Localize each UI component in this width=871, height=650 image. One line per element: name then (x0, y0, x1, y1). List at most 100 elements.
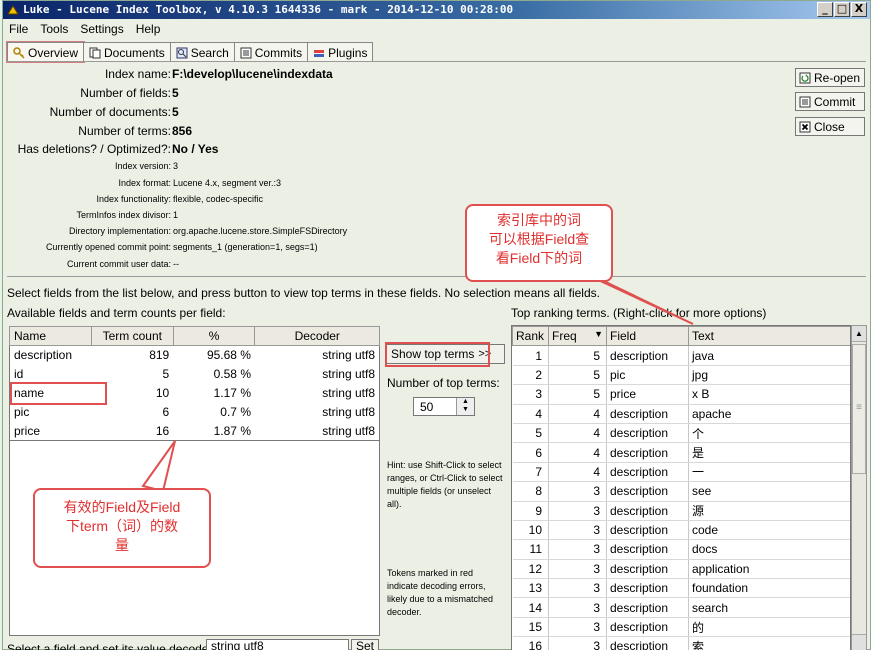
scroll-up-icon[interactable]: ▲ (852, 326, 866, 342)
tab-plugins[interactable]: Plugins (307, 42, 374, 62)
table-row[interactable]: 6 4 description 是 (512, 442, 850, 463)
top-terms-table: Rank Freq ▼ Field Text 1 5 description java 2… (512, 326, 850, 650)
index-version-label: Index version: (114, 161, 171, 171)
col-term-count[interactable]: Term count (90, 326, 174, 346)
table-row[interactable]: price 16 1.87 % string utf8 (10, 422, 380, 441)
menu-help[interactable]: Help (136, 22, 161, 36)
field-decoder: string utf8 (322, 423, 375, 438)
menu-tools[interactable]: Tools (40, 22, 68, 36)
table-row[interactable]: pic 6 0.7 % string utf8 (10, 403, 380, 422)
table-row[interactable]: 16 3 description 索 (512, 636, 850, 650)
term-freq: 3 (548, 597, 607, 618)
field-pct: 0.58 % (213, 367, 251, 381)
col-field[interactable]: Field (606, 326, 689, 347)
scroll-down-icon[interactable] (852, 634, 866, 650)
documents-icon (89, 47, 101, 58)
maximize-button[interactable]: □ (834, 2, 850, 17)
reopen-button[interactable]: Re-open (795, 68, 865, 87)
table-row[interactable]: 2 5 pic jpg (512, 365, 850, 386)
close-button[interactable]: Close (795, 117, 865, 136)
index-format-row: Index format: (3, 178, 171, 190)
field-count: 819 (149, 348, 170, 363)
table-row[interactable]: 12 3 description application (512, 559, 850, 580)
decoder-select[interactable]: string utf8 (206, 639, 349, 650)
tab-label: Commits (254, 45, 303, 60)
close-window-button[interactable]: X (851, 2, 867, 17)
term-rank: 9 (512, 501, 549, 521)
table-row[interactable]: 5 4 description 个 (512, 423, 850, 444)
term-rank: 14 (512, 597, 549, 618)
table-row[interactable]: 7 4 description 一 (512, 462, 850, 483)
num-fields-label: Number of fields: (80, 86, 171, 100)
table-row[interactable]: 1 5 description java (512, 345, 850, 366)
table-row[interactable]: 14 3 description search (512, 597, 850, 618)
term-text: jpg (688, 365, 850, 386)
col-rank[interactable]: Rank (512, 326, 549, 347)
deletions-value-row: No / Yes (172, 142, 218, 156)
index-functionality-row: Index functionality: (3, 194, 171, 206)
tab-search[interactable]: Search (169, 42, 235, 62)
term-text: see (688, 481, 850, 502)
term-field: description (606, 481, 689, 502)
decoder-select-value: string utf8 (211, 639, 264, 650)
col-percent[interactable]: % (172, 326, 256, 346)
menu-file[interactable]: File (9, 22, 28, 36)
term-rank: 13 (512, 578, 549, 599)
commit-button[interactable]: Commit (795, 92, 865, 111)
menu-settings[interactable]: Settings (80, 22, 123, 36)
table-row[interactable]: description 819 95.68 % string utf8 (10, 346, 380, 365)
field-name: id (14, 367, 24, 381)
close-icon (799, 121, 811, 132)
commit-user-value: -- (173, 259, 179, 269)
search-icon (176, 47, 188, 58)
term-rank: 7 (512, 462, 549, 483)
set-decoder-button[interactable]: Set (351, 639, 379, 650)
fields-panel-title: Available fields and term counts per fie… (7, 306, 226, 320)
term-field: description (606, 578, 689, 599)
tab-overview[interactable]: Overview (5, 41, 86, 63)
term-field: description (606, 404, 689, 424)
table-row[interactable]: 11 3 description docs (512, 539, 850, 560)
col-freq[interactable]: Freq ▼ (548, 326, 607, 347)
field-count: 6 (162, 405, 170, 419)
field-decoder: string utf8 (322, 348, 375, 363)
window-title: Luke - Lucene Index Toolbox, v 4.10.3 16… (23, 3, 514, 16)
table-row[interactable]: 9 3 description 源 (512, 501, 850, 521)
table-row[interactable]: 15 3 description 的 (512, 617, 850, 638)
term-field: price (606, 384, 689, 405)
col-decoder[interactable]: Decoder (254, 326, 380, 346)
top-terms-panel: Rank Freq ▼ Field Text 1 5 description java 2… (511, 325, 851, 650)
tab-documents[interactable]: Documents (83, 42, 171, 62)
terminfos-label: TermInfos index divisor: (76, 210, 171, 220)
top-terms-scrollbar[interactable]: ▲ ≡ (851, 325, 867, 650)
term-text: code (688, 520, 850, 541)
num-terms-value-row: 856 (172, 124, 192, 138)
table-row[interactable]: 10 3 description code (512, 520, 850, 541)
term-field: description (606, 539, 689, 560)
index-version-value: 3 (173, 161, 179, 171)
index-functionality-label: Index functionality: (96, 194, 171, 204)
tab-label: Search (190, 45, 229, 60)
commit-point-row: Currently opened commit point: (3, 242, 171, 254)
num-top-terms-label: Number of top terms: (387, 376, 500, 390)
col-name[interactable]: Name (9, 326, 92, 346)
commit-user-label: Current commit user data: (66, 259, 171, 269)
num-fields-value: 5 (172, 86, 179, 100)
scroll-thumb[interactable]: ≡ (852, 344, 866, 474)
directory-row: Directory implementation: (3, 226, 171, 238)
col-text[interactable]: Text (688, 326, 850, 347)
commit-label: Commit (814, 94, 856, 109)
num-terms-row: Number of terms: (3, 124, 171, 140)
term-rank: 15 (512, 617, 549, 638)
table-row[interactable]: id 5 0.58 % string utf8 (10, 365, 380, 384)
minimize-button[interactable]: _ (817, 2, 833, 17)
close-label: Close (814, 119, 845, 134)
num-top-terms-spinner[interactable]: 50 ▲ ▼ (413, 397, 475, 416)
spinner-arrows-icon[interactable]: ▲ ▼ (456, 398, 474, 415)
table-row[interactable]: 8 3 description see (512, 481, 850, 502)
table-row[interactable]: 3 5 price x B (512, 384, 850, 405)
field-decoder: string utf8 (322, 386, 375, 400)
table-row[interactable]: 13 3 description foundation (512, 578, 850, 599)
table-row[interactable]: 4 4 description apache (512, 404, 850, 424)
tab-commits[interactable]: Commits (233, 42, 309, 62)
